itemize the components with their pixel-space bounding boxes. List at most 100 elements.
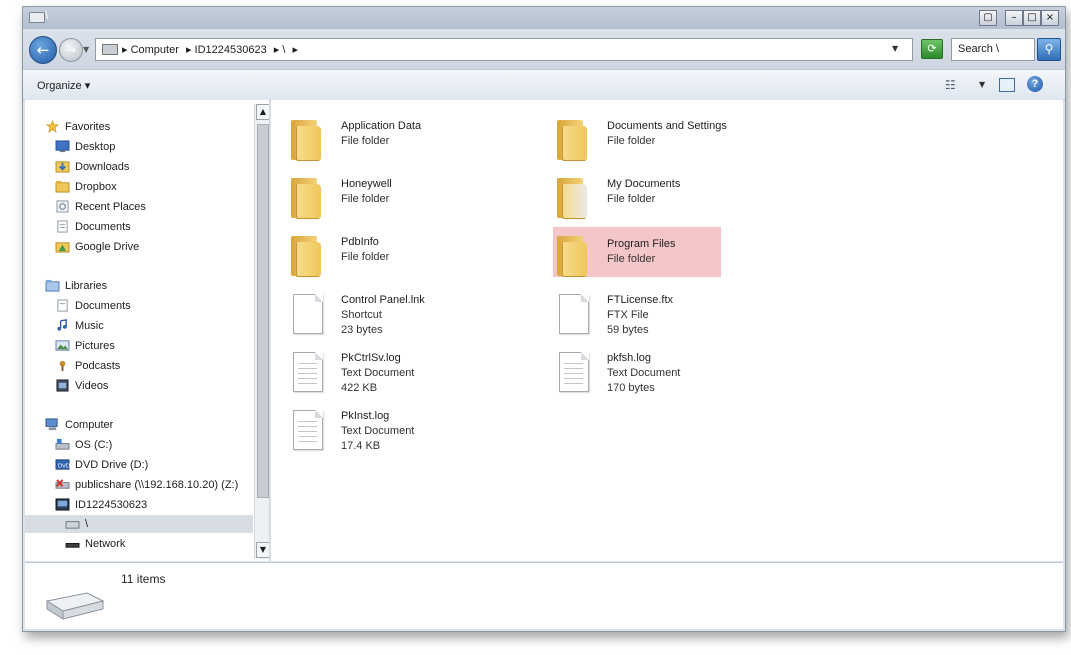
file-item[interactable]: PkInst.log Text Document 17.4 KB (287, 406, 487, 458)
item-count: 11 items (121, 572, 166, 586)
breadcrumb-id1224530623[interactable]: ▸ ID1224530623 (186, 44, 267, 56)
nav-label: Downloads (75, 161, 130, 173)
file-item[interactable]: pkfsh.log Text Document 170 bytes (553, 348, 753, 400)
organize-button[interactable]: Organize ▾ (37, 79, 90, 92)
nav-label: Computer (65, 419, 114, 431)
address-dropdown-button[interactable]: ▼ (892, 44, 898, 53)
nav-label: Network (85, 538, 126, 550)
folder-icon (291, 120, 321, 160)
help-button[interactable]: ? (1027, 76, 1043, 92)
search-input[interactable]: Search \ (951, 38, 1035, 61)
blank-file-icon (293, 294, 323, 334)
drive-icon (65, 521, 80, 529)
file-type: File folder (341, 251, 390, 263)
file-name: Control Panel.lnk (341, 294, 425, 306)
file-item[interactable]: Application Data File folder (287, 116, 487, 168)
title-bar: \ ▢ – □ × (23, 7, 1065, 29)
file-type: Text Document (341, 367, 415, 379)
file-type: Shortcut (341, 309, 382, 321)
documents-icon (57, 299, 68, 312)
file-name: Program Files (607, 238, 676, 250)
file-type: File folder (341, 193, 390, 205)
search-button[interactable]: ⚲ (1037, 38, 1061, 61)
breadcrumb-expand[interactable]: ▸ (292, 44, 298, 56)
file-item-highlighted[interactable]: Program Files File folder (553, 227, 721, 277)
file-name: Honeywell (341, 178, 392, 190)
nav-label: Desktop (75, 141, 116, 153)
nav-root-drive[interactable]: \ (25, 515, 253, 533)
nav-label: Podcasts (75, 360, 121, 372)
file-list: Application Data File folder Documents a… (271, 100, 1063, 561)
nav-label: Documents (75, 300, 131, 312)
libraries-icon (45, 279, 60, 292)
scroll-down-button[interactable]: ▼ (256, 542, 269, 558)
nav-label: Videos (75, 380, 109, 392)
nav-label: Pictures (75, 340, 115, 352)
sidebar-toggle-icon[interactable]: ▢ (979, 10, 997, 26)
maximize-button[interactable]: □ (1023, 10, 1041, 26)
nav-label: Music (75, 320, 104, 332)
file-type: File folder (341, 135, 390, 147)
nav-label: OS (C:) (75, 439, 113, 451)
file-name: PdbInfo (341, 236, 379, 248)
minimize-button[interactable]: – (1005, 10, 1023, 26)
file-size: 422 KB (341, 382, 378, 394)
file-size: 170 bytes (607, 382, 655, 394)
nav-label: \ (85, 518, 89, 530)
file-item[interactable]: PdbInfo File folder (287, 232, 487, 284)
file-item[interactable]: Honeywell File folder (287, 174, 487, 226)
breadcrumb-computer[interactable]: ▸ Computer (122, 44, 179, 56)
drive-icon (29, 12, 45, 23)
address-bar[interactable]: ▸ Computer ▸ ID1224530623 ▸ \ ▸ ▼ (95, 38, 913, 61)
folder-icon (55, 180, 70, 193)
file-name: PkCtrlSv.log (341, 352, 401, 364)
file-type: File folder (607, 135, 656, 147)
downloads-icon (55, 161, 70, 173)
text-file-icon (559, 352, 589, 392)
videos-icon (56, 379, 69, 392)
folder-icon (557, 236, 587, 276)
file-item[interactable]: Documents and Settings File folder (553, 116, 753, 168)
recent-pages-button[interactable]: ▼ (83, 45, 89, 54)
drive-icon (102, 44, 118, 55)
breadcrumb-root[interactable]: ▸ \ (274, 44, 286, 56)
file-item[interactable]: FTLicense.ftx FTX File 59 bytes (553, 290, 753, 342)
back-button[interactable]: ← (29, 36, 57, 64)
nav-label: Recent Places (75, 201, 146, 213)
command-bar: Organize ▾ ☷ ▼ ? (23, 69, 1065, 101)
close-button[interactable]: × (1041, 10, 1059, 26)
file-item[interactable]: Control Panel.lnk Shortcut 23 bytes (287, 290, 487, 342)
file-size: 59 bytes (607, 324, 649, 336)
folder-icon (291, 236, 321, 276)
documents-icon (57, 220, 68, 233)
nav-label: Documents (75, 221, 131, 233)
file-name: FTLicense.ftx (607, 294, 674, 306)
file-type: Text Document (607, 367, 681, 379)
file-item[interactable]: My Documents File folder (553, 174, 753, 226)
file-size: 17.4 KB (341, 440, 381, 452)
file-name: My Documents (607, 178, 681, 190)
file-type: File folder (607, 253, 656, 265)
hard-drive-icon (55, 438, 70, 450)
folder-icon (557, 120, 587, 160)
change-view-icon[interactable]: ☷ (945, 78, 961, 92)
forward-button[interactable]: → (59, 38, 83, 62)
refresh-button[interactable]: ⟳ (921, 39, 943, 59)
preview-pane-button[interactable] (999, 78, 1015, 92)
star-icon (45, 120, 60, 133)
window-title: \ (45, 10, 49, 22)
view-options-button[interactable]: ▼ (979, 80, 985, 89)
search-placeholder: Search \ (958, 43, 999, 55)
nav-scrollbar[interactable]: ▲ ▼ (254, 104, 269, 559)
device-icon (55, 498, 70, 511)
explorer-window: \ ▢ – □ × ← → ▼ ▸ Computer ▸ ID122453062… (22, 6, 1066, 632)
google-drive-icon (55, 242, 70, 253)
desktop-icon (55, 140, 70, 153)
computer-icon (45, 418, 58, 431)
pictures-icon (55, 340, 70, 351)
scrollbar-thumb[interactable] (257, 124, 269, 498)
file-item[interactable]: PkCtrlSv.log Text Document 422 KB (287, 348, 487, 400)
scroll-up-button[interactable]: ▲ (256, 104, 269, 120)
text-file-icon (293, 352, 323, 392)
address-row: ← → ▼ ▸ Computer ▸ ID1224530623 ▸ \ ▸ ▼ … (23, 29, 1065, 69)
